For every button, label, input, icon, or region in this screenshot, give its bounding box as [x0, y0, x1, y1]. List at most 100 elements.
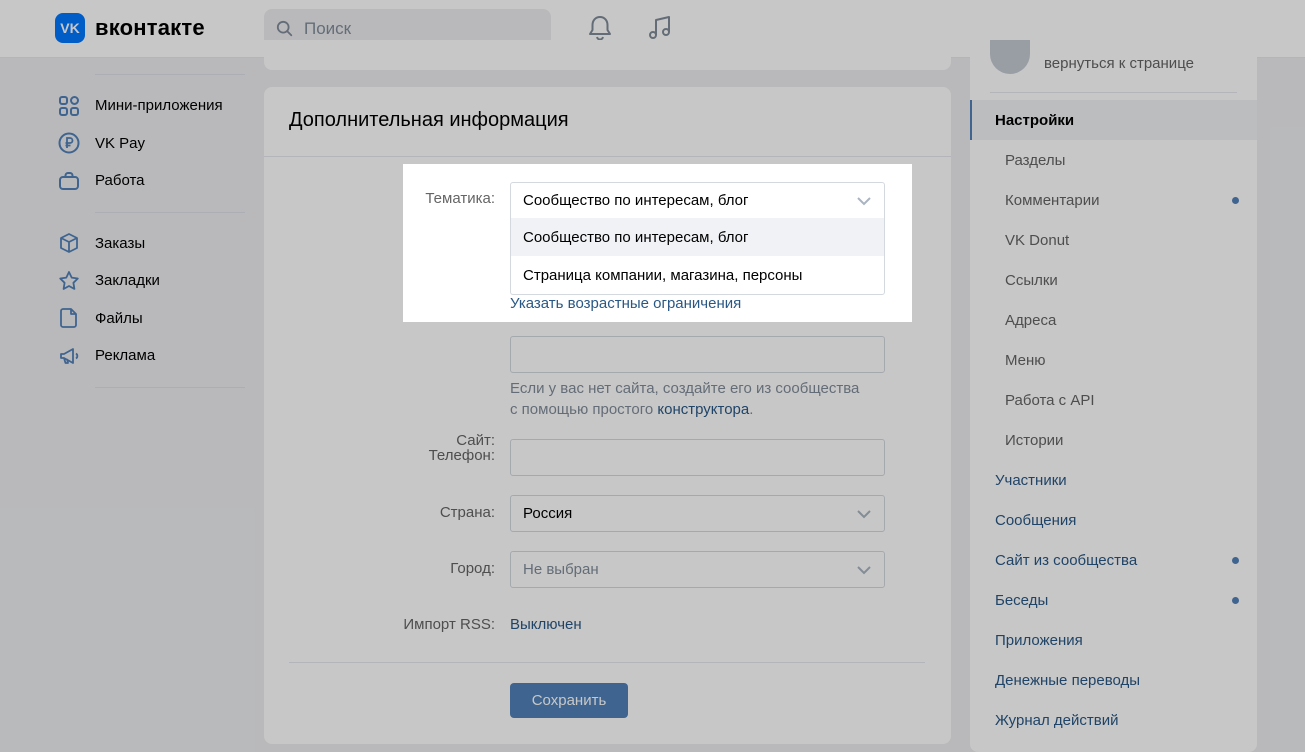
menu-item-label: Комментарии: [1005, 191, 1100, 209]
menu-item[interactable]: Истории: [970, 420, 1257, 460]
menu-item-label: Сообщения: [995, 511, 1077, 529]
highlight-region: Тематика: Сообщество по интересам, блог …: [403, 164, 912, 322]
site-hint: Если у вас нет сайта, создайте его из со…: [510, 378, 910, 420]
site-input[interactable]: [510, 336, 885, 373]
nav-label: Работа: [95, 172, 145, 190]
nav-item-bookmarks[interactable]: Закладки: [55, 262, 245, 300]
menu-item-label: Беседы: [995, 591, 1049, 609]
search-placeholder: Поиск: [304, 18, 352, 38]
menu-item[interactable]: Денежные переводы: [970, 660, 1257, 700]
chevron-down-icon: [857, 565, 871, 574]
box-icon: [55, 229, 83, 257]
nav-item-work[interactable]: Работа: [55, 162, 245, 200]
nav-label: Реклама: [95, 347, 156, 365]
nav-label: Мини-приложения: [95, 97, 223, 115]
music-icon[interactable]: [645, 13, 675, 43]
menu-item[interactable]: Комментарии: [970, 180, 1257, 220]
menu-item[interactable]: Настройки: [970, 100, 1257, 140]
nav-label: Файлы: [95, 309, 143, 327]
nav-item-ads[interactable]: Реклама: [55, 337, 245, 375]
notification-dot: [1232, 557, 1239, 564]
phone-label: Телефон:: [428, 447, 495, 464]
age-restriction-link[interactable]: Указать возрастные ограничения: [510, 295, 741, 312]
star-icon: [55, 267, 83, 295]
menu-item[interactable]: Журнал действий: [970, 700, 1257, 740]
previous-card: [264, 40, 951, 70]
menu-item[interactable]: Ссылки: [970, 260, 1257, 300]
menu-item-label: Приложения: [995, 631, 1083, 649]
menu-divider: [990, 92, 1237, 93]
menu-item[interactable]: Меню: [970, 340, 1257, 380]
menu-item-label: Истории: [1005, 431, 1064, 449]
menu-item-label: Сайт из сообщества: [995, 551, 1138, 569]
nav-label: Закладки: [95, 272, 160, 290]
phone-input[interactable]: [510, 439, 885, 476]
card-divider-bottom: [289, 662, 925, 663]
menu-item[interactable]: Участники: [970, 460, 1257, 500]
nav-item-vk-pay[interactable]: VK Pay: [55, 125, 245, 163]
topic-option[interactable]: Страница компании, магазина, персоны: [511, 256, 884, 294]
city-value: Не выбран: [523, 561, 599, 578]
city-label: Город:: [450, 560, 495, 577]
site-hint-text-2: с помощью простого: [510, 401, 658, 418]
menu-item-label: Ссылки: [1005, 271, 1058, 289]
menu-item[interactable]: Работа с API: [970, 380, 1257, 420]
nav-label: Заказы: [95, 234, 146, 252]
apps-icon: [55, 92, 83, 120]
vk-logo-icon: VK: [55, 13, 85, 43]
menu-item[interactable]: Приложения: [970, 620, 1257, 660]
megaphone-icon: [55, 342, 83, 370]
topic-select[interactable]: Сообщество по интересам, блог: [510, 182, 885, 219]
menu-item[interactable]: Адреса: [970, 300, 1257, 340]
menu-item-label: Денежные переводы: [995, 671, 1141, 689]
chevron-down-icon: [857, 196, 871, 205]
rss-label: Импорт RSS:: [403, 616, 495, 633]
avatar[interactable]: [990, 40, 1030, 74]
country-label: Страна:: [439, 504, 495, 521]
file-icon: [55, 304, 83, 332]
topic-value: Сообщество по интересам, блог: [523, 192, 749, 209]
save-button[interactable]: Сохранить: [510, 683, 628, 718]
constructor-link[interactable]: конструктора: [657, 401, 749, 418]
country-select[interactable]: Россия: [510, 495, 885, 532]
bell-icon[interactable]: [585, 13, 615, 43]
nav-item-orders[interactable]: Заказы: [55, 225, 245, 263]
menu-item-label: Участники: [995, 471, 1067, 489]
rss-toggle-link[interactable]: Выключен: [510, 616, 582, 633]
menu-item[interactable]: Сообщения: [970, 500, 1257, 540]
menu-item-label: Настройки: [995, 111, 1075, 129]
site-hint-suffix: .: [749, 401, 754, 418]
menu-item[interactable]: Разделы: [970, 140, 1257, 180]
left-nav: Мини-приложения VK Pay Работа Заказы Зак…: [55, 60, 245, 388]
menu-item[interactable]: Беседы: [970, 580, 1257, 620]
notification-dot: [1232, 597, 1239, 604]
card-divider: [264, 156, 951, 157]
briefcase-icon: [55, 167, 83, 195]
nav-item-mini-apps[interactable]: Мини-приложения: [55, 87, 245, 125]
settings-menu: вернуться к странице Настройки Разделы Ком…: [970, 40, 1257, 752]
topic-dropdown: Сообщество по интересам, блог Страница к…: [510, 218, 885, 295]
menu-item-label: Журнал действий: [995, 711, 1119, 729]
logo-text: вконтакте: [95, 15, 205, 40]
topic-label: Тематика:: [425, 190, 495, 207]
search-icon: [276, 20, 293, 36]
chevron-down-icon: [857, 509, 871, 518]
nav-item-files[interactable]: Файлы: [55, 300, 245, 338]
menu-item-label: Меню: [1005, 351, 1046, 369]
notification-dot: [1232, 197, 1239, 204]
site-hint-text: Если у вас нет сайта, создайте его из со…: [510, 380, 860, 397]
nav-label: VK Pay: [95, 134, 146, 152]
city-select[interactable]: Не выбран: [510, 551, 885, 588]
topic-option[interactable]: Сообщество по интересам, блог: [511, 218, 884, 256]
menu-item[interactable]: Сайт из сообщества: [970, 540, 1257, 580]
menu-item-label: Адреса: [1005, 311, 1057, 329]
country-value: Россия: [523, 505, 573, 522]
menu-item[interactable]: VK Donut: [970, 220, 1257, 260]
ruble-icon: [55, 129, 83, 157]
nav-divider: [95, 386, 245, 388]
back-to-page-link[interactable]: вернуться к странице: [1044, 55, 1194, 72]
page-title: Дополнительная информация: [289, 109, 569, 131]
menu-item-label: Работа с API: [1005, 391, 1095, 409]
vk-logo[interactable]: VK вконтакте: [55, 13, 205, 43]
menu-item-label: VK Donut: [1005, 231, 1070, 249]
